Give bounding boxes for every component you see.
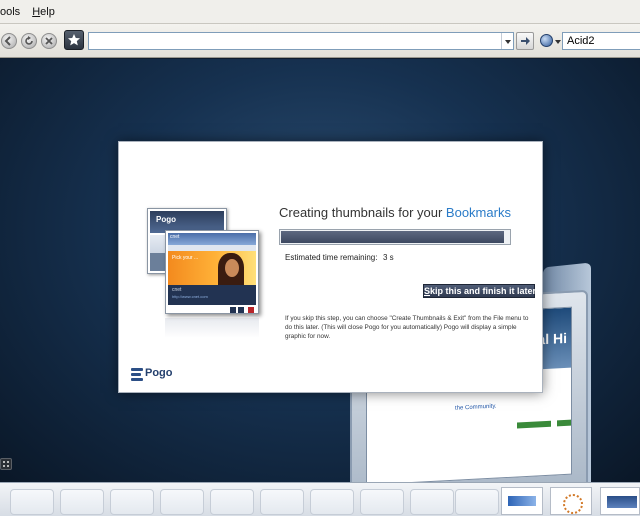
thumb-site-name: cnet <box>170 234 180 240</box>
eta-value: 3 s <box>383 253 394 262</box>
eta-label: Estimated time remaining: <box>285 253 378 262</box>
bookmark-thumbnail[interactable] <box>501 487 543 515</box>
chevron-down-icon <box>555 40 561 44</box>
pogo-logo-icon <box>131 368 143 382</box>
bookmark-slot[interactable] <box>60 489 104 515</box>
bookmark-slot[interactable] <box>410 489 454 515</box>
thumbnail-creation-dialog: Pogo cnet Pick your ... cnet http://www.… <box>118 141 543 393</box>
menu-tools[interactable]: ools <box>0 0 26 24</box>
bookmark-star-button[interactable] <box>64 30 84 50</box>
bookmark-thumbnail[interactable] <box>600 487 640 515</box>
tile-green-button-small <box>557 419 571 427</box>
dialog-title: Creating thumbnails for your Bookmarks <box>279 205 511 220</box>
back-button[interactable] <box>1 33 17 49</box>
tile-green-button <box>517 420 551 429</box>
tile-link-text: the Community. <box>455 403 497 412</box>
thumbnail-progress-bar <box>279 229 511 245</box>
thumbnail-reflection <box>165 318 259 338</box>
thumb-footer-url: http://www.cnet.com <box>172 294 208 299</box>
navigation-toolbar: Acid2 <box>0 24 640 58</box>
bookmark-slot[interactable] <box>10 489 54 515</box>
thumb-icon <box>230 307 236 313</box>
bookmark-slot[interactable] <box>455 489 499 515</box>
menu-help[interactable]: Help <box>26 0 61 24</box>
thumb-delete-icon <box>248 307 254 313</box>
bookmark-slot[interactable] <box>210 489 254 515</box>
thumb-logo-text: Pogo <box>156 215 176 224</box>
dialog-title-accent: Bookmarks <box>445 205 511 220</box>
go-arrow-icon <box>521 37 530 45</box>
skip-info-text: If you skip this step, you can choose "C… <box>285 315 529 340</box>
bookmark-slot[interactable] <box>110 489 154 515</box>
thumb-footer-title: cnet <box>172 287 182 293</box>
globe-icon <box>540 34 553 47</box>
bookmark-slot[interactable] <box>310 489 354 515</box>
bookmark-thumbnail[interactable] <box>550 487 592 515</box>
reload-button[interactable] <box>21 33 37 49</box>
search-input[interactable]: Acid2 <box>562 32 640 50</box>
skip-button[interactable]: Skip this and finish it later <box>423 284 536 298</box>
thumb-icon <box>238 307 244 313</box>
reload-icon <box>25 36 33 45</box>
grid-view-icon[interactable] <box>0 458 12 470</box>
back-arrow-icon <box>4 36 11 46</box>
thumb-hero-text: Pick your ... <box>172 255 199 261</box>
pogo-logo-text: Pogo <box>145 367 173 379</box>
url-dropdown-button[interactable] <box>501 33 513 49</box>
thumb-top-bar <box>168 233 256 245</box>
search-engine-selector[interactable] <box>539 32 561 50</box>
stop-icon <box>45 37 53 45</box>
thumbnail-preview-front: cnet Pick your ... cnet http://www.cnet.… <box>165 230 259 314</box>
url-input[interactable] <box>88 32 514 50</box>
progress-fill <box>281 231 504 243</box>
stop-button[interactable] <box>41 33 57 49</box>
bookmark-slot[interactable] <box>160 489 204 515</box>
thumb-hero-face <box>225 259 239 277</box>
bookmark-slot[interactable] <box>360 489 404 515</box>
bookmark-strip <box>0 482 640 516</box>
star-icon <box>68 34 80 46</box>
bookmark-slot[interactable] <box>260 489 304 515</box>
menu-bar: ools Help <box>0 0 640 24</box>
go-button[interactable] <box>516 32 534 50</box>
pogo-logo: Pogo <box>131 366 191 386</box>
